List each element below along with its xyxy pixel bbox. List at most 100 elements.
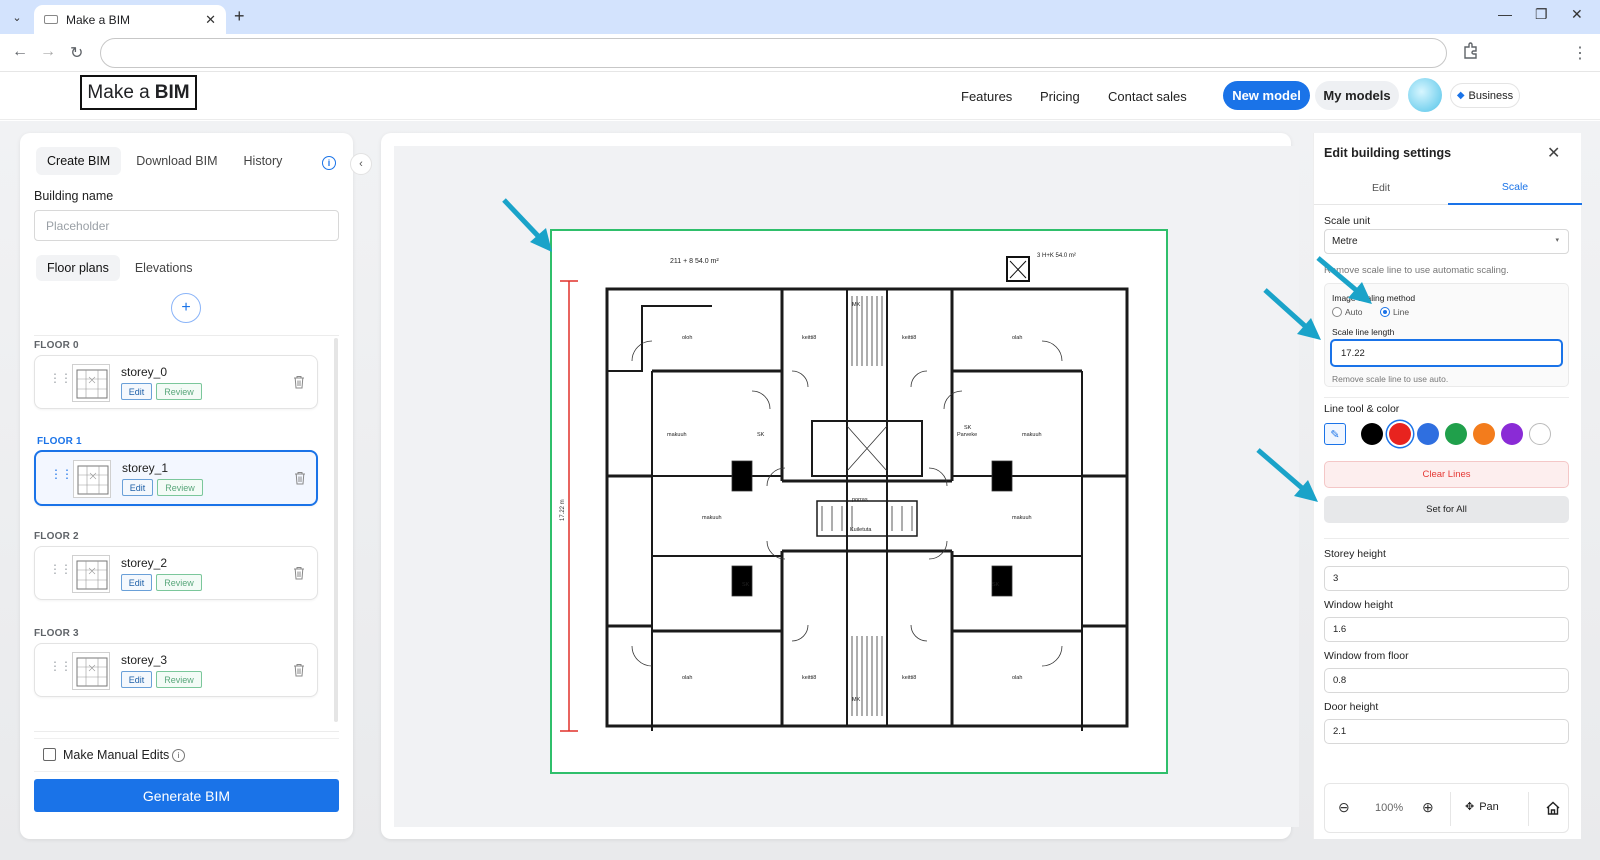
storey-height-input[interactable]: 3 <box>1324 566 1569 591</box>
move-icon: ✥ <box>1465 801 1475 813</box>
review-floor-button[interactable]: Review <box>156 383 202 400</box>
info-icon[interactable]: i <box>322 156 336 170</box>
window-from-floor-input[interactable]: 0.8 <box>1324 668 1569 693</box>
new-model-button[interactable]: New model <box>1223 81 1310 110</box>
color-swatch-red[interactable] <box>1389 423 1411 445</box>
review-floor-button[interactable]: Review <box>156 671 202 688</box>
scale-line-length-label: Scale line length <box>1332 327 1395 337</box>
scale-unit-value: Metre <box>1332 236 1358 247</box>
nav-link-contact-sales[interactable]: Contact sales <box>1108 89 1187 104</box>
pencil-icon[interactable]: ✎ <box>1324 423 1346 445</box>
back-button[interactable]: ← <box>12 43 28 61</box>
minimize-button[interactable]: — <box>1498 6 1512 22</box>
window-height-input[interactable]: 1.6 <box>1324 617 1569 642</box>
floor-plan-frame[interactable]: 17.22 m 211 + 8 54.0 m² 3 H+K 54.0 m² ol… <box>550 229 1168 774</box>
floor-card[interactable]: ⋮⋮ storey_2 Edit Review <box>34 546 318 600</box>
tab-download-bim[interactable]: Download BIM <box>125 147 228 175</box>
drag-handle-icon[interactable]: ⋮⋮ <box>50 468 73 480</box>
divider <box>1450 792 1451 826</box>
logo-text: Make a <box>87 81 150 103</box>
trash-icon[interactable] <box>294 471 306 485</box>
color-swatch-orange[interactable] <box>1473 423 1495 445</box>
generate-bim-button[interactable]: Generate BIM <box>34 779 339 812</box>
my-models-button[interactable]: My models <box>1315 81 1399 110</box>
tab-search-button[interactable]: ⌄ <box>6 7 28 27</box>
trash-icon[interactable] <box>293 566 305 580</box>
canvas-controls: ⊖ 100% ⊕ ✥ Pan <box>1324 783 1569 833</box>
trash-icon[interactable] <box>293 375 305 389</box>
tab-create-bim[interactable]: Create BIM <box>36 147 122 175</box>
color-swatch-blue[interactable] <box>1417 423 1439 445</box>
scale-unit-select[interactable]: Metre ▾ <box>1324 229 1569 254</box>
set-for-all-button[interactable]: Set for All <box>1324 496 1569 523</box>
radio-circle[interactable] <box>1332 307 1342 317</box>
reload-button[interactable]: ↻ <box>70 43 83 63</box>
browser-tab[interactable]: Make a BIM ✕ <box>34 5 226 34</box>
color-swatch-purple[interactable] <box>1501 423 1523 445</box>
floor-card[interactable]: ⋮⋮ storey_0 Edit Review <box>34 355 318 409</box>
maximize-button[interactable]: ❐ <box>1535 6 1548 23</box>
svg-text:olah: olah <box>1012 335 1022 341</box>
door-height-input[interactable]: 2.1 <box>1324 719 1569 744</box>
forward-button[interactable]: → <box>40 43 56 61</box>
add-floor-button[interactable]: + <box>171 293 201 323</box>
drag-handle-icon[interactable]: ⋮⋮ <box>49 563 72 575</box>
address-bar[interactable] <box>100 38 1447 68</box>
plan-note: 211 + 8 54.0 m² <box>670 258 719 265</box>
divider <box>1324 538 1569 539</box>
color-swatch-black[interactable] <box>1361 423 1383 445</box>
zoom-in-icon[interactable]: ⊕ <box>1422 799 1434 816</box>
info-icon[interactable]: i <box>172 749 185 762</box>
building-name-input[interactable] <box>34 210 339 241</box>
collapse-panel-button[interactable]: ‹ <box>350 153 372 175</box>
annotation-arrow-icon <box>1263 288 1321 340</box>
extensions-icon[interactable] <box>1463 42 1479 60</box>
scale-unit-label: Scale unit <box>1324 215 1371 227</box>
tab-scale[interactable]: Scale <box>1448 171 1582 205</box>
home-icon[interactable] <box>1545 800 1561 816</box>
floor-list-scrollbar[interactable] <box>334 338 338 722</box>
browser-menu-button[interactable]: ⋮ <box>1572 43 1588 63</box>
edit-floor-button[interactable]: Edit <box>121 671 152 688</box>
drag-handle-icon[interactable]: ⋮⋮ <box>49 372 72 384</box>
floor-plan-drawing: 17.22 m 211 + 8 54.0 m² 3 H+K 54.0 m² ol… <box>560 253 1129 732</box>
review-floor-button[interactable]: Review <box>157 479 203 496</box>
svg-text:SK: SK <box>992 582 1000 588</box>
tab-edit[interactable]: Edit <box>1314 171 1448 205</box>
divider <box>1324 397 1569 398</box>
pan-button[interactable]: ✥ Pan <box>1465 800 1499 814</box>
drag-handle-icon[interactable]: ⋮⋮ <box>49 660 72 672</box>
floor-card[interactable]: ⋮⋮ storey_3 Edit Review <box>34 643 318 697</box>
color-swatch-white[interactable] <box>1529 423 1551 445</box>
nav-link-pricing[interactable]: Pricing <box>1040 89 1080 104</box>
scale-line-length-input[interactable]: 17.22 <box>1330 339 1563 367</box>
new-tab-button[interactable]: + <box>234 6 245 27</box>
radio-auto[interactable]: Auto <box>1332 307 1363 317</box>
color-swatch-green[interactable] <box>1445 423 1467 445</box>
manual-edits-label[interactable]: Make Manual Edits <box>63 748 169 762</box>
review-floor-button[interactable]: Review <box>156 574 202 591</box>
nav-link-features[interactable]: Features <box>961 89 1012 104</box>
avatar[interactable] <box>1408 78 1442 112</box>
tab-elevations[interactable]: Elevations <box>124 255 204 281</box>
app-header: Make a BIM Features Pricing Contact sales… <box>0 72 1600 120</box>
edit-floor-button[interactable]: Edit <box>122 479 153 496</box>
zoom-out-icon[interactable]: ⊖ <box>1338 799 1350 816</box>
close-window-button[interactable]: ✕ <box>1571 6 1583 23</box>
tab-floor-plans[interactable]: Floor plans <box>36 255 120 281</box>
tab-history[interactable]: History <box>233 147 294 175</box>
business-badge[interactable]: ◆ Business <box>1450 83 1520 108</box>
logo[interactable]: Make a BIM <box>80 75 197 110</box>
radio-line[interactable]: Line <box>1380 307 1409 317</box>
manual-edits-checkbox[interactable] <box>43 748 56 761</box>
floor-card-selected[interactable]: ⋮⋮ storey_1 Edit Review <box>34 450 318 506</box>
zoom-level: 100% <box>1375 802 1404 814</box>
edit-floor-button[interactable]: Edit <box>121 383 152 400</box>
close-icon[interactable]: ✕ <box>1547 143 1560 163</box>
edit-floor-button[interactable]: Edit <box>121 574 152 591</box>
radio-circle-selected[interactable] <box>1380 307 1390 317</box>
close-tab-icon[interactable]: ✕ <box>205 12 216 28</box>
trash-icon[interactable] <box>293 663 305 677</box>
clear-lines-button[interactable]: Clear Lines <box>1324 461 1569 488</box>
door-height-label: Door height <box>1324 701 1379 713</box>
